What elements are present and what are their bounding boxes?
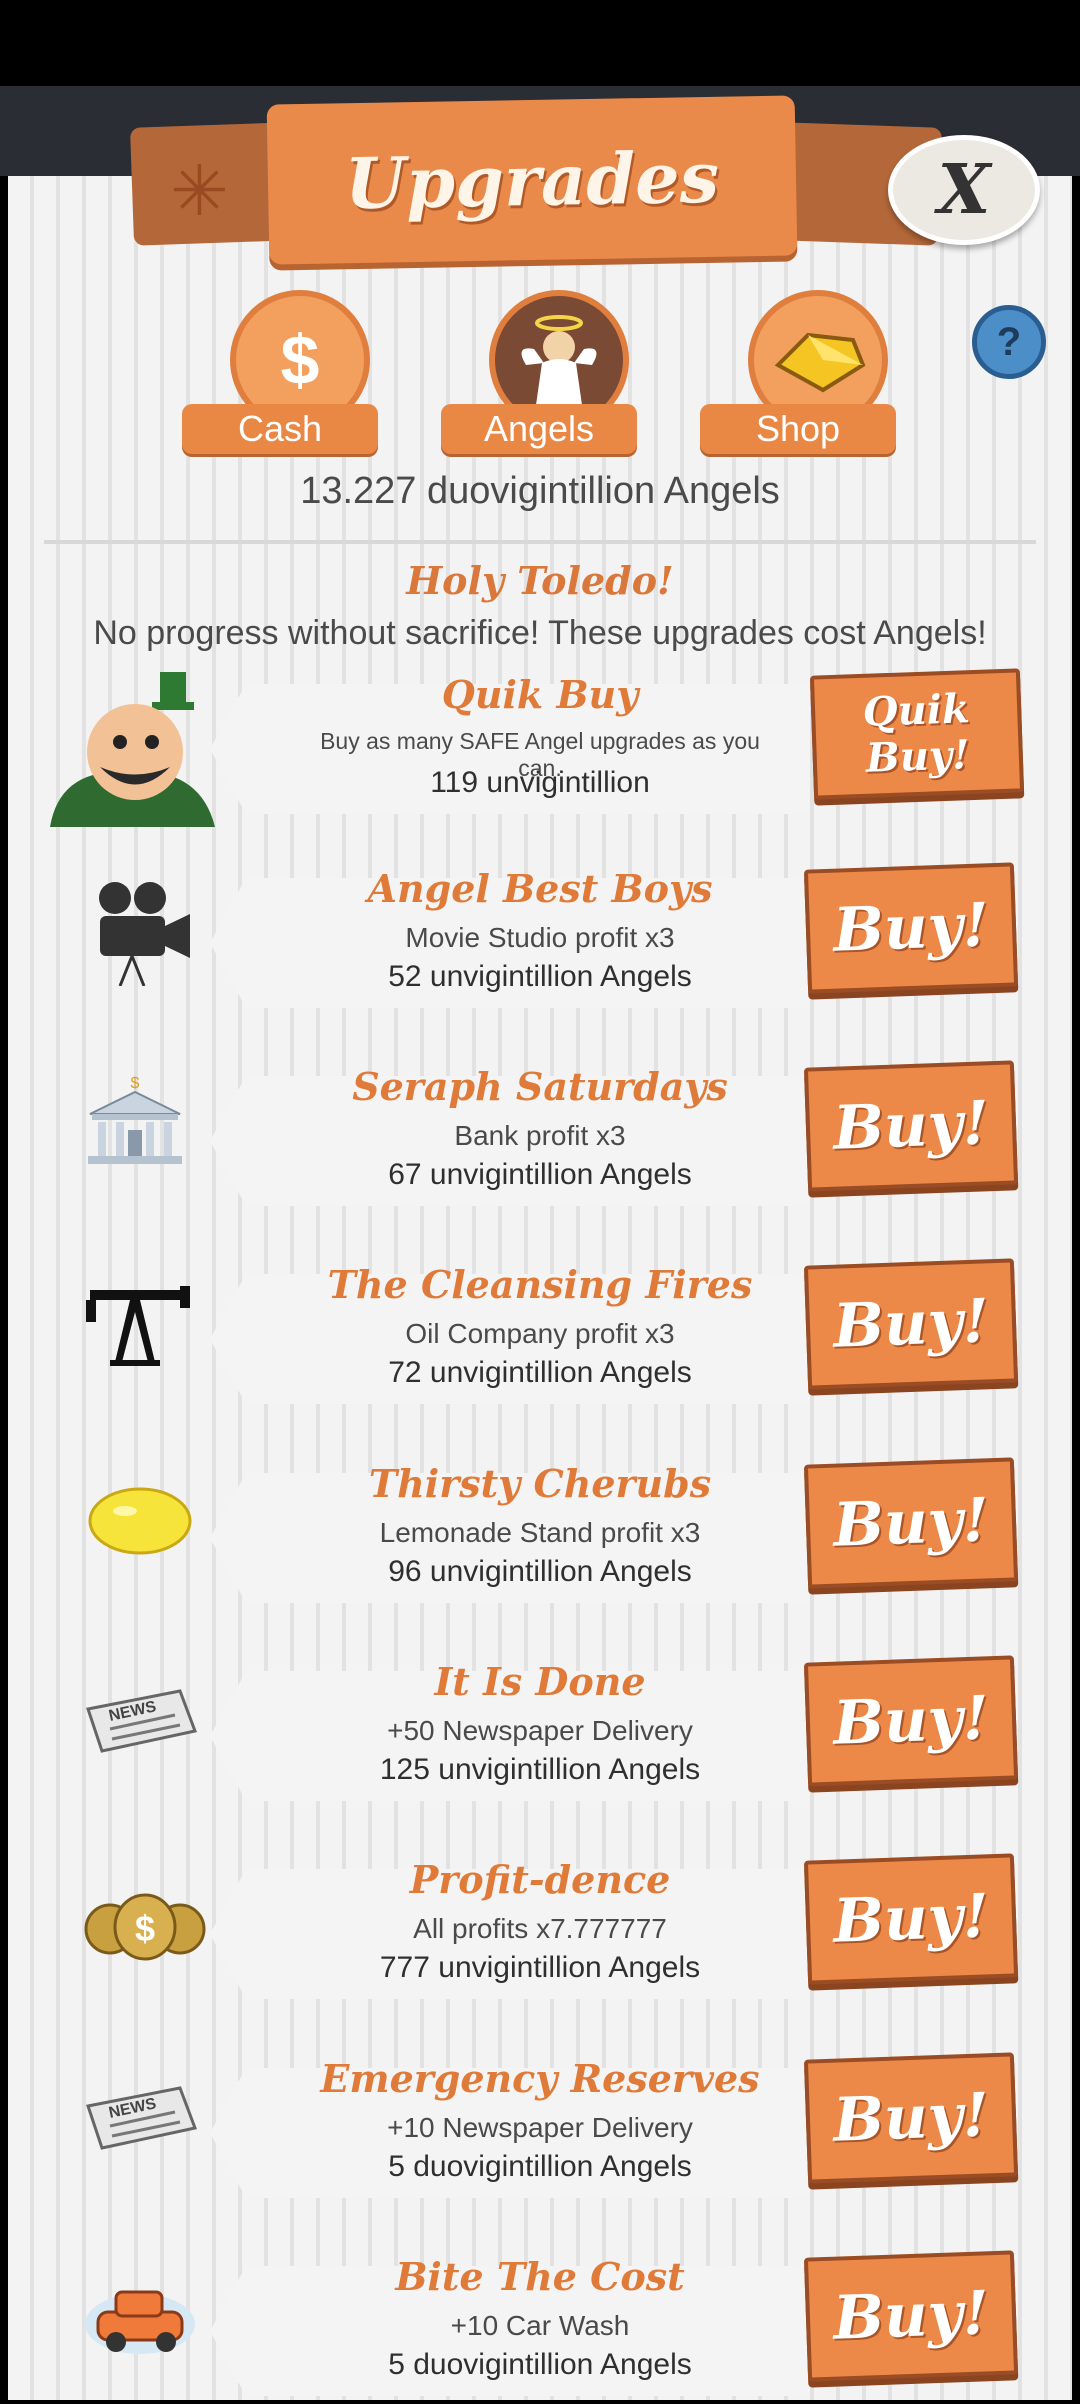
buy-button[interactable]: Buy! — [803, 1060, 1019, 1192]
lemon-icon — [80, 1471, 210, 1591]
movie-camera-icon — [80, 876, 210, 996]
upgrade-cost: 67 unvigintillion Angels — [388, 1158, 692, 1191]
upgrade-description: +10 Newspaper Delivery — [387, 2112, 693, 2143]
buy-button[interactable]: Buy! — [803, 1655, 1019, 1787]
upgrade-title: It Is Done — [434, 1659, 646, 1704]
buy-button[interactable]: Buy! — [803, 1853, 1019, 1985]
upgrade-description: Movie Studio profit x3 — [405, 922, 675, 953]
upgrade-cost: 72 unvigintillion Angels — [388, 1356, 692, 1389]
title-banner: Upgrades — [266, 95, 798, 265]
upgrade-title: The Cleansing Fires — [327, 1262, 753, 1307]
list-item-upgrade: $ Seraph Saturdays Bank profit x3 67 unv… — [0, 1060, 1080, 1214]
upgrade-description: All profits x7.777777 — [413, 1913, 667, 1944]
buy-button[interactable]: Buy! — [803, 2250, 1019, 2382]
svg-text:$: $ — [135, 1908, 155, 1949]
list-item-upgrade: Angel Best Boys Movie Studio profit x3 5… — [0, 862, 1080, 1016]
upgrade-description: Lemonade Stand profit x3 — [379, 1517, 701, 1548]
car-icon — [80, 2264, 210, 2384]
angels-balance: 13.227 duovigintillion Angels — [300, 470, 780, 512]
upgrade-title: Quik Buy — [441, 672, 639, 717]
section-heading: Holy Toledo! — [406, 558, 674, 603]
help-button[interactable]: ? — [972, 305, 1046, 379]
list-item-quik-buy: Quik Buy Buy as many SAFE Angel upgrades… — [0, 668, 1080, 827]
list-item-upgrade: NEWS It Is Done +50 Newspaper Delivery 1… — [0, 1655, 1080, 1809]
list-item-upgrade: Bite The Cost +10 Car Wash 5 duovigintil… — [0, 2250, 1080, 2404]
divider — [44, 540, 1036, 544]
upgrade-description: +50 Newspaper Delivery — [387, 1715, 693, 1746]
upgrade-cost: 5 duovigintillion Angels — [388, 2348, 692, 2381]
atomic-star-icon: ✳ — [170, 150, 229, 232]
upgrade-description: Bank profit x3 — [454, 1120, 626, 1151]
upgrade-title: Angel Best Boys — [367, 866, 713, 911]
upgrade-cost: 125 unvigintillion Angels — [379, 1753, 701, 1786]
upgrade-description: Oil Company profit x3 — [405, 1318, 675, 1349]
quik-buy-button[interactable]: Quik Buy! — [809, 668, 1025, 800]
list-item-upgrade: NEWS Emergency Reserves +10 Newspaper De… — [0, 2052, 1080, 2206]
buy-button[interactable]: Buy! — [803, 862, 1019, 994]
section-subtitle: No progress without sacrifice! These upg… — [93, 614, 987, 652]
upgrade-title: Thirsty Cherubs — [368, 1461, 712, 1506]
svg-text:$: $ — [131, 1075, 140, 1092]
list-item-upgrade: $ Profit-dence All profits x7.777777 777… — [0, 1853, 1080, 2007]
status-bar — [0, 0, 1080, 86]
money-bags-icon: $ — [80, 1867, 210, 1987]
upgrade-cost: 5 duovigintillion Angels — [388, 2150, 692, 2183]
upgrade-cost: 96 unvigintillion Angels — [388, 1555, 692, 1588]
upgrade-cost: 777 unvigintillion Angels — [379, 1951, 701, 1984]
upgrade-description: +10 Car Wash — [450, 2310, 630, 2341]
mascot-icon — [40, 672, 220, 827]
bank-icon: $ — [80, 1074, 210, 1194]
buy-button[interactable]: Buy! — [803, 1457, 1019, 1589]
buy-button[interactable]: Buy! — [803, 2052, 1019, 2184]
tab-shop-label: Shop — [700, 404, 896, 454]
newspaper-icon: NEWS — [80, 2066, 210, 2186]
upgrade-title: Profit-dence — [409, 1857, 671, 1902]
svg-text:$: $ — [281, 321, 320, 399]
tab-angels[interactable]: Angels — [441, 290, 637, 454]
upgrade-cost: 119 unvigintillion — [430, 766, 650, 799]
close-button[interactable]: X — [888, 135, 1040, 245]
tab-cash[interactable]: $ Cash — [182, 290, 378, 454]
list-item-upgrade: Thirsty Cherubs Lemonade Stand profit x3… — [0, 1457, 1080, 1611]
list-item-upgrade: The Cleansing Fires Oil Company profit x… — [0, 1258, 1080, 1412]
tab-angels-label: Angels — [441, 404, 637, 454]
page-title: Upgrades — [344, 135, 720, 225]
tab-cash-label: Cash — [182, 404, 378, 454]
upgrade-title: Bite The Cost — [395, 2254, 685, 2299]
newspaper-icon: NEWS — [80, 1669, 210, 1789]
upgrade-title: Emergency Reserves — [320, 2056, 760, 2101]
tab-shop[interactable]: Shop — [700, 290, 896, 454]
oil-pump-icon — [80, 1272, 210, 1392]
upgrade-title: Seraph Saturdays — [352, 1064, 728, 1109]
buy-button[interactable]: Buy! — [803, 1258, 1019, 1390]
upgrade-cost: 52 unvigintillion Angels — [388, 960, 692, 993]
